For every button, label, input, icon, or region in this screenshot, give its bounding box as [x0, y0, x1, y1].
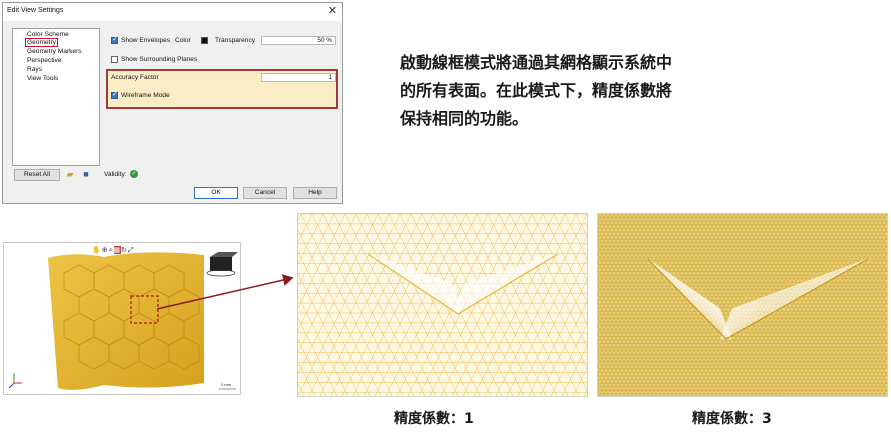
caption-accuracy-3: 精度係數：3 — [692, 411, 772, 427]
wireframe-zoom-accuracy-3 — [597, 213, 888, 397]
wireframe-zoom-accuracy-1 — [297, 213, 588, 397]
caption-accuracy-1: 精度係數：1 — [394, 411, 474, 427]
